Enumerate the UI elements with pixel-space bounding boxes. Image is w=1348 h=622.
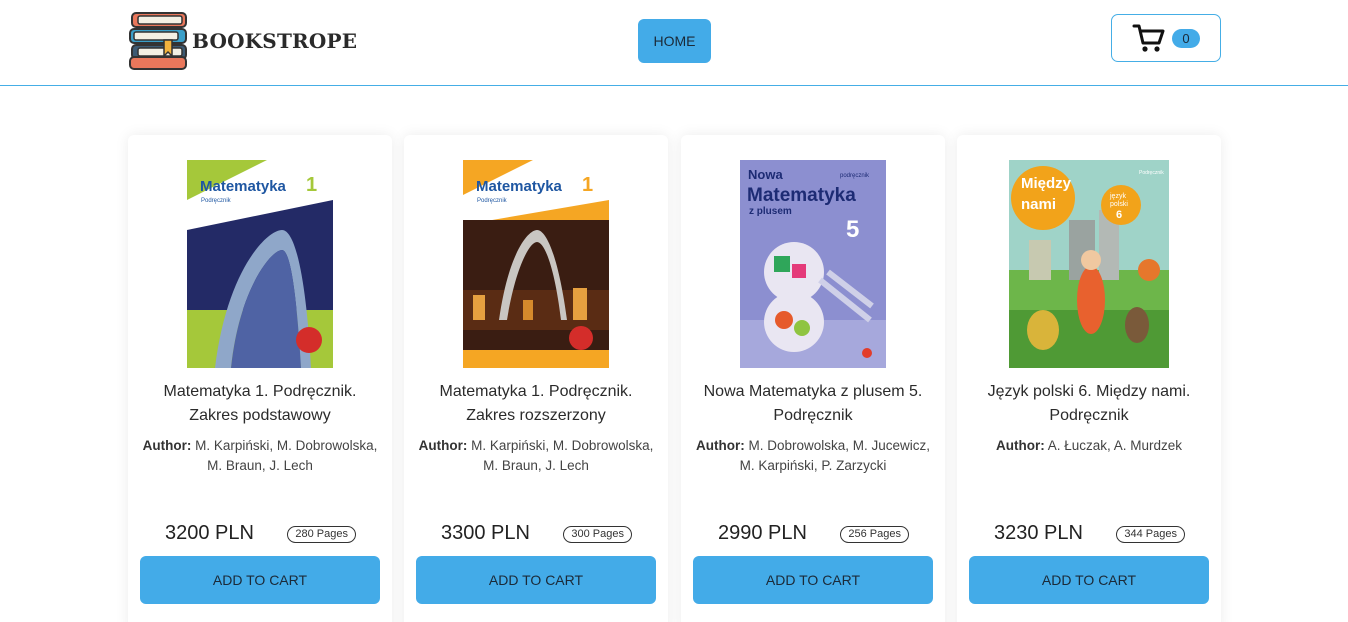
books-stack-icon	[129, 12, 187, 70]
book-price: 2990 PLN	[718, 522, 807, 544]
top-navbar: BOOKSTROPE HOME 0	[0, 0, 1348, 86]
svg-text:Między: Między	[1021, 175, 1072, 192]
svg-text:z plusem: z plusem	[749, 206, 792, 217]
cart-count-badge: 0	[1172, 28, 1200, 48]
add-to-cart-button[interactable]: ADD TO CART	[969, 556, 1209, 604]
svg-text:podręcznik: podręcznik	[840, 173, 870, 179]
product-card: Matematyka 1 Podręcznik Matematyka 1. Po…	[404, 135, 668, 622]
book-title[interactable]: Matematyka 1. Podręcznik. Zakres podstaw…	[140, 380, 380, 428]
page-count-badge: 344 Pages	[1116, 526, 1185, 543]
book-cover-image[interactable]: Między nami język polski 6 Podręcznik	[1009, 160, 1169, 368]
book-price: 3230 PLN	[994, 522, 1083, 544]
svg-text:1: 1	[306, 174, 317, 196]
shopping-cart-icon	[1132, 24, 1165, 52]
book-cover-art: Matematyka 1 Podręcznik	[463, 160, 609, 368]
product-card: Matematyka 1 Podręcznik Matematyka 1. Po…	[128, 135, 392, 622]
author-names: M. Karpiński, M. Dobrowolska, M. Braun, …	[195, 438, 378, 473]
book-price: 3200 PLN	[165, 522, 254, 544]
svg-text:Matematyka: Matematyka	[200, 178, 287, 195]
book-title[interactable]: Nowa Matematyka z plusem 5. Podręcznik	[693, 380, 933, 428]
author-names: A. Łuczak, A. Murdzek	[1047, 438, 1183, 453]
add-to-cart-button[interactable]: ADD TO CART	[416, 556, 656, 604]
svg-text:język: język	[1109, 193, 1126, 200]
svg-text:nami: nami	[1021, 196, 1056, 213]
page-count-badge: 256 Pages	[840, 526, 909, 543]
svg-text:Nowa: Nowa	[748, 167, 783, 182]
author-label: Author:	[142, 438, 192, 453]
page-count-badge: 300 Pages	[563, 526, 632, 543]
svg-text:Matematyka: Matematyka	[747, 185, 856, 206]
svg-text:5: 5	[846, 216, 859, 243]
book-price: 3300 PLN	[441, 522, 530, 544]
add-to-cart-button[interactable]: ADD TO CART	[140, 556, 380, 604]
product-grid: Matematyka 1 Podręcznik Matematyka 1. Po…	[128, 135, 1221, 622]
book-cover-image[interactable]: Nowa Matematyka z plusem 5 podręcznik	[740, 160, 886, 368]
svg-text:Matematyka: Matematyka	[476, 178, 563, 195]
svg-text:Podręcznik: Podręcznik	[1139, 170, 1164, 176]
svg-text:6: 6	[1116, 209, 1122, 221]
book-cover-image[interactable]: Matematyka 1 Podręcznik	[463, 160, 609, 368]
product-card: Nowa Matematyka z plusem 5 podręcznik No…	[681, 135, 945, 622]
author-names: M. Karpiński, M. Dobrowolska, M. Braun, …	[471, 438, 654, 473]
brand-logo[interactable]: BOOKSTROPE	[128, 10, 357, 72]
book-cover-art: Matematyka 1 Podręcznik	[187, 160, 333, 368]
author-label: Author:	[995, 438, 1045, 453]
book-cover-art: Nowa Matematyka z plusem 5 podręcznik	[740, 160, 886, 368]
book-title[interactable]: Język polski 6. Między nami. Podręcznik	[969, 380, 1209, 428]
book-cover-art: Między nami język polski 6 Podręcznik	[1009, 160, 1169, 368]
svg-text:1: 1	[582, 174, 593, 196]
book-author: Author: M. Dobrowolska, M. Jucewicz, M. …	[691, 436, 935, 476]
svg-text:Podręcznik: Podręcznik	[477, 198, 508, 204]
author-label: Author:	[695, 438, 745, 453]
svg-text:Podręcznik: Podręcznik	[201, 198, 232, 204]
book-author: Author: M. Karpiński, M. Dobrowolska, M.…	[138, 436, 382, 476]
book-cover-image[interactable]: Matematyka 1 Podręcznik	[187, 160, 333, 368]
book-author: Author: A. Łuczak, A. Murdzek	[967, 436, 1211, 456]
author-label: Author:	[418, 438, 468, 453]
svg-text:polski: polski	[1110, 201, 1128, 208]
product-card: Między nami język polski 6 Podręcznik Ję…	[957, 135, 1221, 622]
book-title[interactable]: Matematyka 1. Podręcznik. Zakres rozszer…	[416, 380, 656, 428]
author-names: M. Dobrowolska, M. Jucewicz, M. Karpińsk…	[739, 438, 931, 473]
page-count-badge: 280 Pages	[287, 526, 356, 543]
book-author: Author: M. Karpiński, M. Dobrowolska, M.…	[414, 436, 658, 476]
cart-button[interactable]: 0	[1111, 14, 1221, 62]
brand-name: BOOKSTROPE	[192, 29, 358, 53]
add-to-cart-button[interactable]: ADD TO CART	[693, 556, 933, 604]
home-nav-button[interactable]: HOME	[638, 19, 711, 63]
